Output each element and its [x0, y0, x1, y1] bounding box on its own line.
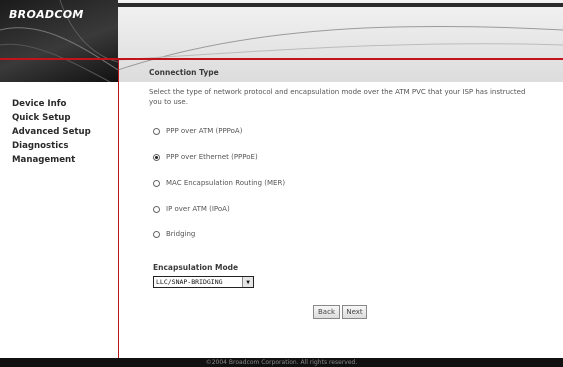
back-button[interactable]: Back	[313, 305, 340, 319]
chevron-down-icon[interactable]: ▼	[242, 277, 253, 287]
radio-ipoa[interactable]	[153, 205, 160, 213]
logo-panel: BROADCOM	[0, 0, 118, 82]
main-content: Connection Type Select the type of netwo…	[119, 60, 563, 358]
option-ipoa-label: IP over ATM (IPoA)	[166, 205, 230, 213]
option-ipoa[interactable]: IP over ATM (IPoA)	[153, 205, 230, 213]
router-setup-page: BROADCOM Device Info Quick Setup Advance…	[0, 0, 563, 367]
encapsulation-mode-label: Encapsulation Mode	[153, 263, 239, 272]
option-pppoe-label: PPP over Ethernet (PPPoE)	[166, 153, 258, 161]
page-description: Select the type of network protocol and …	[149, 88, 526, 106]
encapsulation-mode-select[interactable]: LLC/SNAP-BRIDGING ▼	[153, 276, 254, 288]
option-pppoe[interactable]: PPP over Ethernet (PPPoE)	[153, 153, 258, 161]
radio-bridging[interactable]	[153, 230, 160, 238]
option-bridging[interactable]: Bridging	[153, 230, 195, 238]
broadcom-logo: BROADCOM	[9, 8, 84, 21]
sidebar-item-management[interactable]: Management	[12, 155, 75, 165]
option-mer-label: MAC Encapsulation Routing (MER)	[166, 179, 286, 187]
sidebar-item-quick-setup[interactable]: Quick Setup	[12, 113, 71, 123]
option-pppoa[interactable]: PPP over ATM (PPPoA)	[153, 127, 242, 135]
option-bridging-label: Bridging	[166, 230, 196, 238]
sidebar-item-device-info[interactable]: Device Info	[12, 99, 66, 109]
footer-copyright: ©2004 Broadcom Corporation. All rights r…	[0, 358, 563, 367]
sidebar-item-diagnostics[interactable]: Diagnostics	[12, 141, 68, 151]
option-mer[interactable]: MAC Encapsulation Routing (MER)	[153, 179, 285, 187]
next-button[interactable]: Next	[342, 305, 367, 319]
option-pppoa-label: PPP over ATM (PPPoA)	[166, 127, 243, 135]
sidebar-nav: Device Info Quick Setup Advanced Setup D…	[0, 82, 118, 358]
radio-pppoa[interactable]	[153, 127, 160, 135]
sidebar-item-advanced-setup[interactable]: Advanced Setup	[12, 127, 91, 137]
radio-mer[interactable]	[153, 179, 160, 187]
encapsulation-mode-value: LLC/SNAP-BRIDGING	[156, 278, 223, 286]
page-title: Connection Type	[149, 68, 219, 77]
radio-pppoe[interactable]	[153, 153, 160, 161]
